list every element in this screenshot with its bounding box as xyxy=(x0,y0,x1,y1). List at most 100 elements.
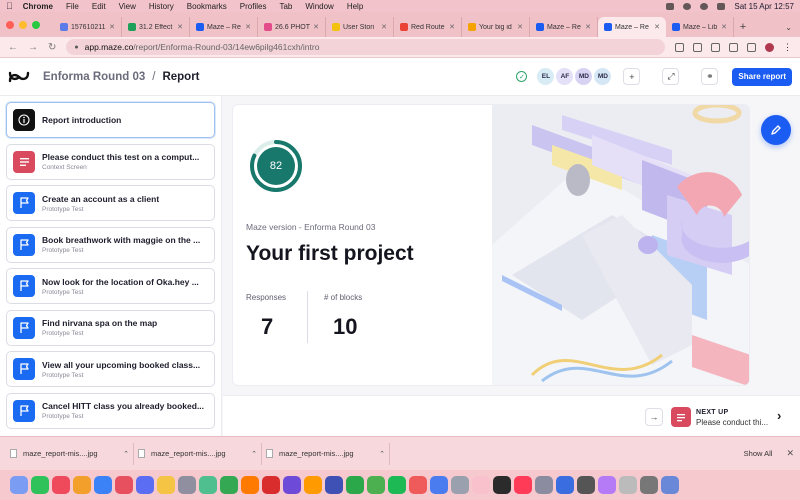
browser-tab[interactable]: 26.6 PHOT ✕ xyxy=(258,17,326,37)
window-icon[interactable] xyxy=(747,42,756,52)
browser-tab[interactable]: 157610211 ✕ xyxy=(54,17,122,37)
avatar[interactable]: EL xyxy=(537,68,555,85)
tab-close-icon[interactable]: ✕ xyxy=(245,23,251,31)
dock-app-icon[interactable] xyxy=(262,476,280,494)
dock-app-icon[interactable] xyxy=(367,476,385,494)
next-up-text[interactable]: Please conduct thi... xyxy=(696,418,768,427)
browser-tab[interactable]: Maze – Re ✕ xyxy=(530,17,598,37)
dock-app-icon[interactable] xyxy=(325,476,343,494)
download-item[interactable]: maze_report-mis....jpg ⌃ xyxy=(134,442,262,465)
maze-logo-icon[interactable] xyxy=(8,71,30,83)
dock-app-icon[interactable] xyxy=(220,476,238,494)
dock-app-icon[interactable] xyxy=(598,476,616,494)
menu-edit[interactable]: Edit xyxy=(92,2,106,11)
link-icon[interactable]: ⚭ xyxy=(701,68,719,85)
dock-app-icon[interactable] xyxy=(451,476,469,494)
tab-close-icon[interactable]: ✕ xyxy=(177,23,183,31)
dock-app-icon[interactable] xyxy=(304,476,322,494)
dock-app-icon[interactable] xyxy=(493,476,511,494)
tab-close-icon[interactable]: ✕ xyxy=(109,23,115,31)
dock-app-icon[interactable] xyxy=(640,476,658,494)
sidebar-panel-icon[interactable] xyxy=(729,42,738,52)
sidebar-block-item[interactable]: Create an account as a client Prototype T… xyxy=(6,185,215,221)
dock-app-icon[interactable] xyxy=(283,476,301,494)
chevron-up-icon[interactable]: ⌃ xyxy=(251,450,257,458)
dock-app-icon[interactable] xyxy=(178,476,196,494)
forward-arrow-icon[interactable]: → xyxy=(28,42,38,53)
share-icon[interactable] xyxy=(693,42,702,52)
sidebar-block-item[interactable]: View all your upcoming booked class... Pr… xyxy=(6,351,215,387)
menu-bookmarks[interactable]: Bookmarks xyxy=(187,2,227,11)
dock-app-icon[interactable] xyxy=(52,476,70,494)
dock-app-icon[interactable] xyxy=(31,476,49,494)
expand-icon[interactable]: ⤢ xyxy=(662,68,680,85)
menu-file[interactable]: File xyxy=(66,2,79,11)
dock-app-icon[interactable] xyxy=(514,476,532,494)
search-icon[interactable] xyxy=(700,2,709,10)
dock-app-icon[interactable] xyxy=(535,476,553,494)
back-arrow-icon[interactable]: ← xyxy=(8,42,18,53)
tab-close-icon[interactable]: ✕ xyxy=(449,23,455,31)
avatar[interactable]: AF xyxy=(556,68,574,85)
menu-tab[interactable]: Tab xyxy=(279,2,292,11)
menu-app-name[interactable]: Chrome xyxy=(23,2,53,11)
dock-app-icon[interactable] xyxy=(346,476,364,494)
show-all-downloads-link[interactable]: Show All xyxy=(744,449,773,458)
tab-close-icon[interactable]: ✕ xyxy=(585,23,591,31)
dock-app-icon[interactable] xyxy=(577,476,595,494)
dock-app-icon[interactable] xyxy=(199,476,217,494)
install-icon[interactable] xyxy=(675,42,684,52)
wifi-icon[interactable] xyxy=(683,2,692,10)
dock-app-icon[interactable] xyxy=(115,476,133,494)
profile-avatar-icon[interactable] xyxy=(765,42,774,52)
dock-app-icon[interactable] xyxy=(136,476,154,494)
sidebar-block-item[interactable]: Cancel HITT class you already booked... P… xyxy=(6,392,215,429)
sidebar-block-item[interactable]: Now look for the location of Oka.hey ...… xyxy=(6,268,215,304)
tab-close-icon[interactable]: ✕ xyxy=(381,23,387,31)
menubar-clock[interactable]: Sat 15 Apr 12:57 xyxy=(734,2,794,11)
chevron-up-icon[interactable]: ⌃ xyxy=(123,450,129,458)
tab-search-chevron-icon[interactable]: ⌄ xyxy=(785,17,792,37)
dock-app-icon[interactable] xyxy=(430,476,448,494)
sidebar-block-item[interactable]: Please conduct this test on a comput... C… xyxy=(6,143,215,180)
dock-app-icon[interactable] xyxy=(157,476,175,494)
browser-tab[interactable]: 31.2 Effect ✕ xyxy=(122,17,190,37)
dock-app-icon[interactable] xyxy=(388,476,406,494)
tab-close-icon[interactable]: ✕ xyxy=(721,23,727,31)
bookmark-star-icon[interactable] xyxy=(711,42,720,52)
menu-help[interactable]: Help xyxy=(347,2,363,11)
dock-app-icon[interactable] xyxy=(10,476,28,494)
reload-icon[interactable]: ↻ xyxy=(48,42,56,53)
sidebar-block-item[interactable]: Book breathwork with maggie on the ... Pr… xyxy=(6,226,215,263)
close-icon[interactable]: ✕ xyxy=(786,448,794,459)
browser-tab[interactable]: User Stori ✕ xyxy=(326,17,394,37)
next-arrow-button[interactable]: → xyxy=(645,408,663,426)
address-bar[interactable]: ● app.maze.co/report/Enforma-Round-03/14… xyxy=(66,39,665,55)
dock-app-icon[interactable] xyxy=(619,476,637,494)
dock-app-icon[interactable] xyxy=(94,476,112,494)
edit-report-button[interactable] xyxy=(761,115,791,145)
browser-tab[interactable]: Red Route ✕ xyxy=(394,17,462,37)
dock-app-icon[interactable] xyxy=(556,476,574,494)
battery-icon[interactable] xyxy=(666,2,675,10)
download-item[interactable]: maze_report-mis....jpg ⌃ xyxy=(6,442,134,465)
menu-window[interactable]: Window xyxy=(305,2,333,11)
dock-app-icon[interactable] xyxy=(472,476,490,494)
menu-history[interactable]: History xyxy=(149,2,174,11)
menu-view[interactable]: View xyxy=(119,2,136,11)
browser-tab[interactable]: Maze – Re ✕ xyxy=(190,17,258,37)
control-center-icon[interactable] xyxy=(717,2,726,10)
kebab-menu-icon[interactable]: ⋮ xyxy=(783,42,792,52)
blocks-sidebar[interactable]: Report introduction Please conduct this t… xyxy=(0,96,222,436)
tab-close-icon[interactable]: ✕ xyxy=(654,23,660,31)
menu-profiles[interactable]: Profiles xyxy=(240,2,267,11)
avatar[interactable]: MD xyxy=(594,68,612,85)
zoom-window-button[interactable] xyxy=(32,20,40,29)
dock-app-icon[interactable] xyxy=(409,476,427,494)
close-window-button[interactable] xyxy=(6,20,14,29)
chevron-right-icon[interactable]: › xyxy=(777,408,781,423)
share-report-button[interactable]: Share report xyxy=(732,67,792,86)
add-collaborator-button[interactable]: + xyxy=(623,68,641,85)
minimize-window-button[interactable] xyxy=(19,20,27,29)
apple-menu-icon[interactable]:  xyxy=(6,1,13,11)
